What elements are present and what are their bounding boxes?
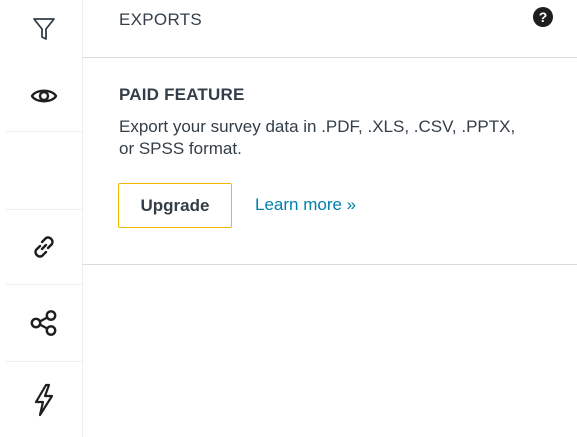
automation-button[interactable]: [6, 362, 82, 437]
filter-icon: [33, 18, 55, 40]
link-button[interactable]: [6, 210, 82, 285]
left-toolbar: [0, 0, 83, 437]
paid-feature-title: PAID FEATURE: [119, 85, 245, 104]
share-button[interactable]: [6, 285, 82, 362]
eye-icon: [30, 89, 58, 102]
lightning-icon: [34, 383, 54, 416]
paid-feature-description: Export your survey data in .PDF, .XLS, .…: [119, 117, 516, 158]
filter-button[interactable]: [6, 0, 82, 58]
empty-rail-slot: [6, 132, 82, 210]
learn-more-link[interactable]: Learn more »: [255, 195, 356, 215]
exports-header: EXPORTS ?: [83, 0, 577, 58]
share-icon: [30, 310, 57, 336]
paid-feature-panel: PAID FEATURE Export your survey data in …: [83, 58, 577, 265]
page-title: EXPORTS: [119, 10, 203, 29]
upgrade-button[interactable]: Upgrade: [118, 183, 232, 228]
view-button[interactable]: [6, 60, 82, 132]
link-icon: [34, 236, 54, 258]
help-icon[interactable]: ?: [533, 7, 553, 27]
exports-app: EXPORTS ? PAID FEATURE Export your surve…: [0, 0, 577, 437]
